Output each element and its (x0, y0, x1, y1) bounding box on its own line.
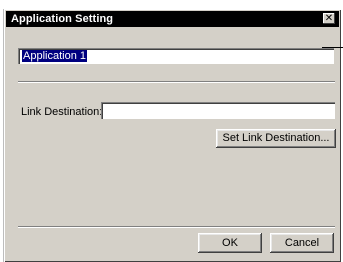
close-icon: ✕ (324, 13, 334, 24)
cancel-button[interactable]: Cancel (270, 233, 334, 253)
application-setting-dialog: Application Setting ✕ Application 1 Link… (3, 9, 341, 262)
link-destination-field[interactable] (101, 102, 335, 119)
dialog-title: Application Setting (11, 13, 114, 25)
link-destination-label: Link Destination: (21, 106, 103, 118)
application-name-value: Application 1 (22, 50, 87, 62)
application-name-field[interactable]: Application 1 (18, 48, 334, 64)
title-bar[interactable]: Application Setting ✕ (6, 11, 339, 27)
set-link-destination-button[interactable]: Set Link Destination... (216, 129, 336, 148)
separator-top (18, 81, 335, 83)
separator-bottom (18, 226, 335, 228)
close-button[interactable]: ✕ (323, 13, 335, 24)
callout-line (322, 47, 343, 48)
ok-button[interactable]: OK (198, 233, 262, 253)
